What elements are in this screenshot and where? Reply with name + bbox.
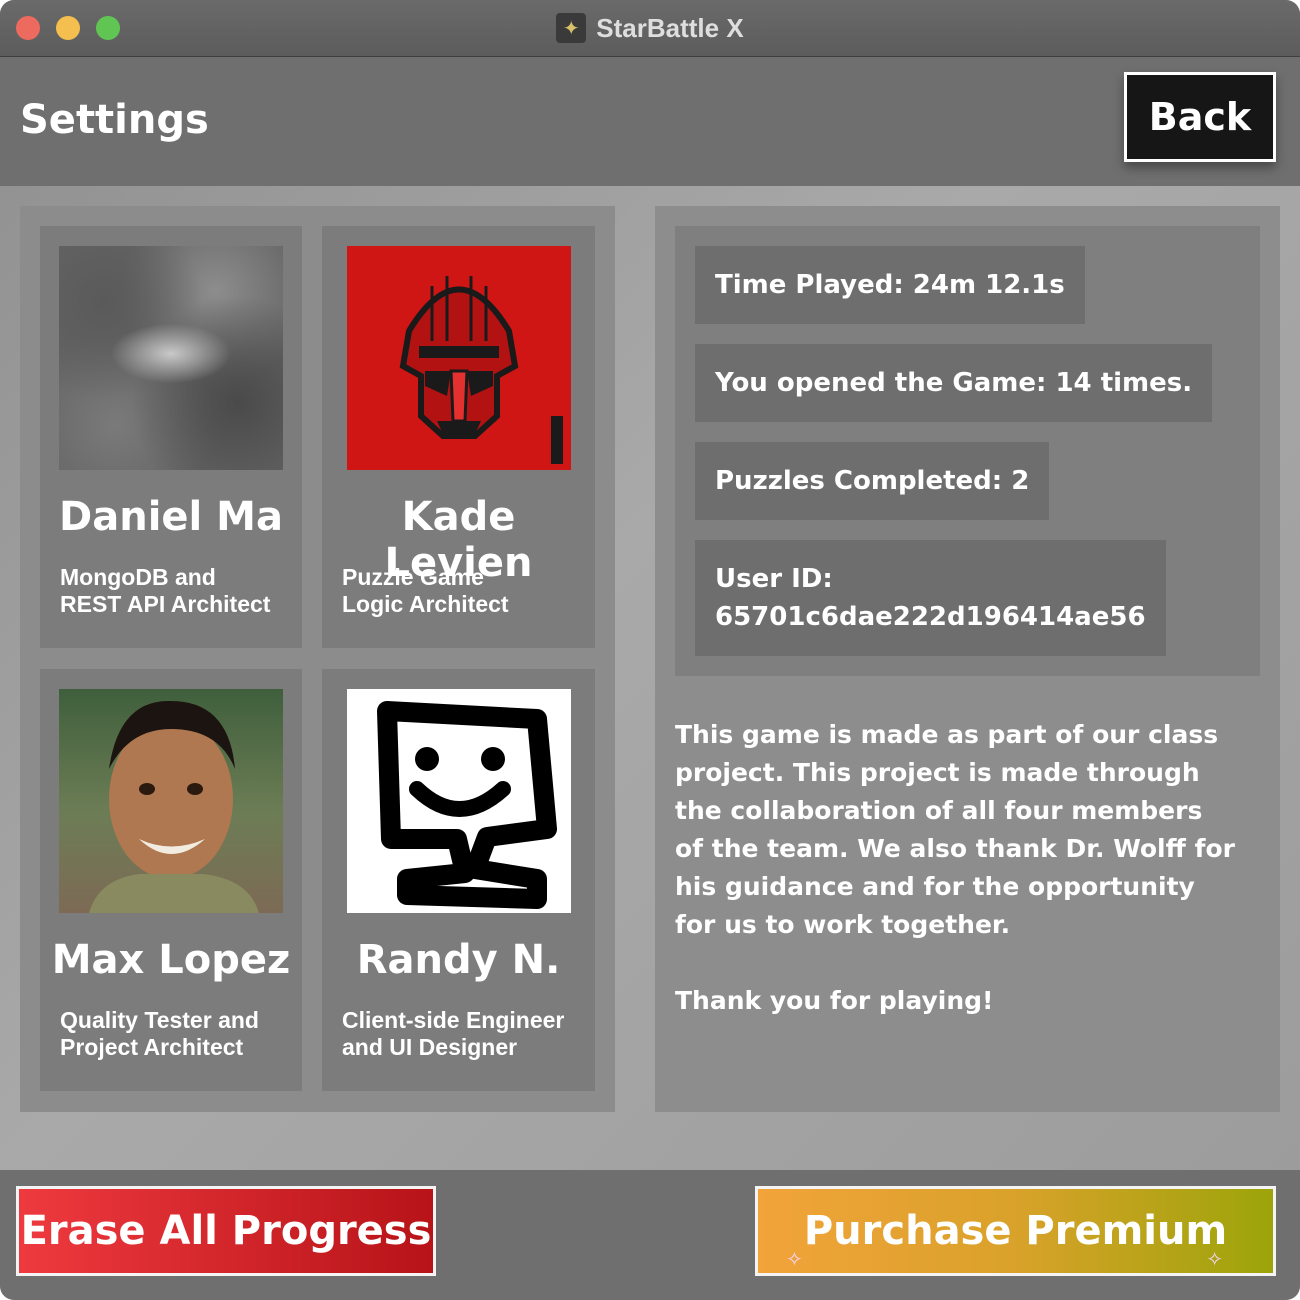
member-role: Puzzle Game Logic Architect [342,564,509,617]
title-bar: ✦ StarBattle X [0,0,1300,57]
user-id-value: 65701c6dae222d196414ae56 [715,602,1146,632]
stats-box: Time Played: 24m 12.1s You opened the Ga… [675,226,1260,676]
app-icon: ✦ [556,13,587,43]
avatar [59,246,283,470]
purchase-premium-label: Purchase Premium [803,1208,1228,1254]
page-title: Settings [20,97,209,143]
team-card-daniel: Daniel Ma MongoDB and REST API Architect [40,226,302,648]
erase-progress-button[interactable]: Erase All Progress [16,1186,436,1276]
footer-bar: Erase All Progress ✧ Purchase Premium ✧ [0,1170,1300,1300]
sparkle-icon: ✧ [1206,1247,1223,1271]
helmet-icon [399,276,563,464]
member-role: MongoDB and REST API Architect [60,564,271,617]
member-name: Daniel Ma [59,494,283,540]
app-window: ✦ StarBattle X Settings Back Daniel Ma M… [0,0,1300,1300]
member-name: Max Lopez [51,937,291,983]
team-card-kade: Kade Levien Puzzle Game Logic Architect [322,226,595,648]
avatar [347,689,571,913]
portrait-icon [89,700,259,913]
team-card-max: Max Lopez Quality Tester and Project Arc… [40,669,302,1091]
time-played-stat: Time Played: 24m 12.1s [695,246,1085,324]
avatar [347,246,571,470]
user-id-stat: User ID: 65701c6dae222d196414ae56 [695,540,1166,656]
info-panel: Time Played: 24m 12.1s You opened the Ga… [655,206,1280,1112]
page-header: Settings Back [0,57,1300,186]
purchase-premium-button[interactable]: ✧ Purchase Premium ✧ [755,1186,1276,1276]
avatar [59,689,283,913]
user-id-label: User ID: [715,564,833,594]
sparkle-icon: ✧ [786,1247,803,1271]
back-button[interactable]: Back [1124,72,1276,162]
doodle-face-icon [377,701,557,909]
puzzles-completed-stat: Puzzles Completed: 2 [695,442,1050,520]
window-title: StarBattle X [596,12,744,43]
team-panel: Daniel Ma MongoDB and REST API Architect [20,206,615,1112]
member-role: Client-side Engineer and UI Designer [342,1007,565,1060]
times-opened-stat: You opened the Game: 14 times. [695,344,1213,422]
member-role: Quality Tester and Project Architect [60,1007,259,1060]
member-name: Randy N. [356,937,561,983]
thanks-text: Thank you for playing! [675,986,994,1015]
about-text: This game is made as part of our class p… [675,720,1235,939]
team-card-randy: Randy N. Client-side Engineer and UI Des… [322,669,595,1091]
